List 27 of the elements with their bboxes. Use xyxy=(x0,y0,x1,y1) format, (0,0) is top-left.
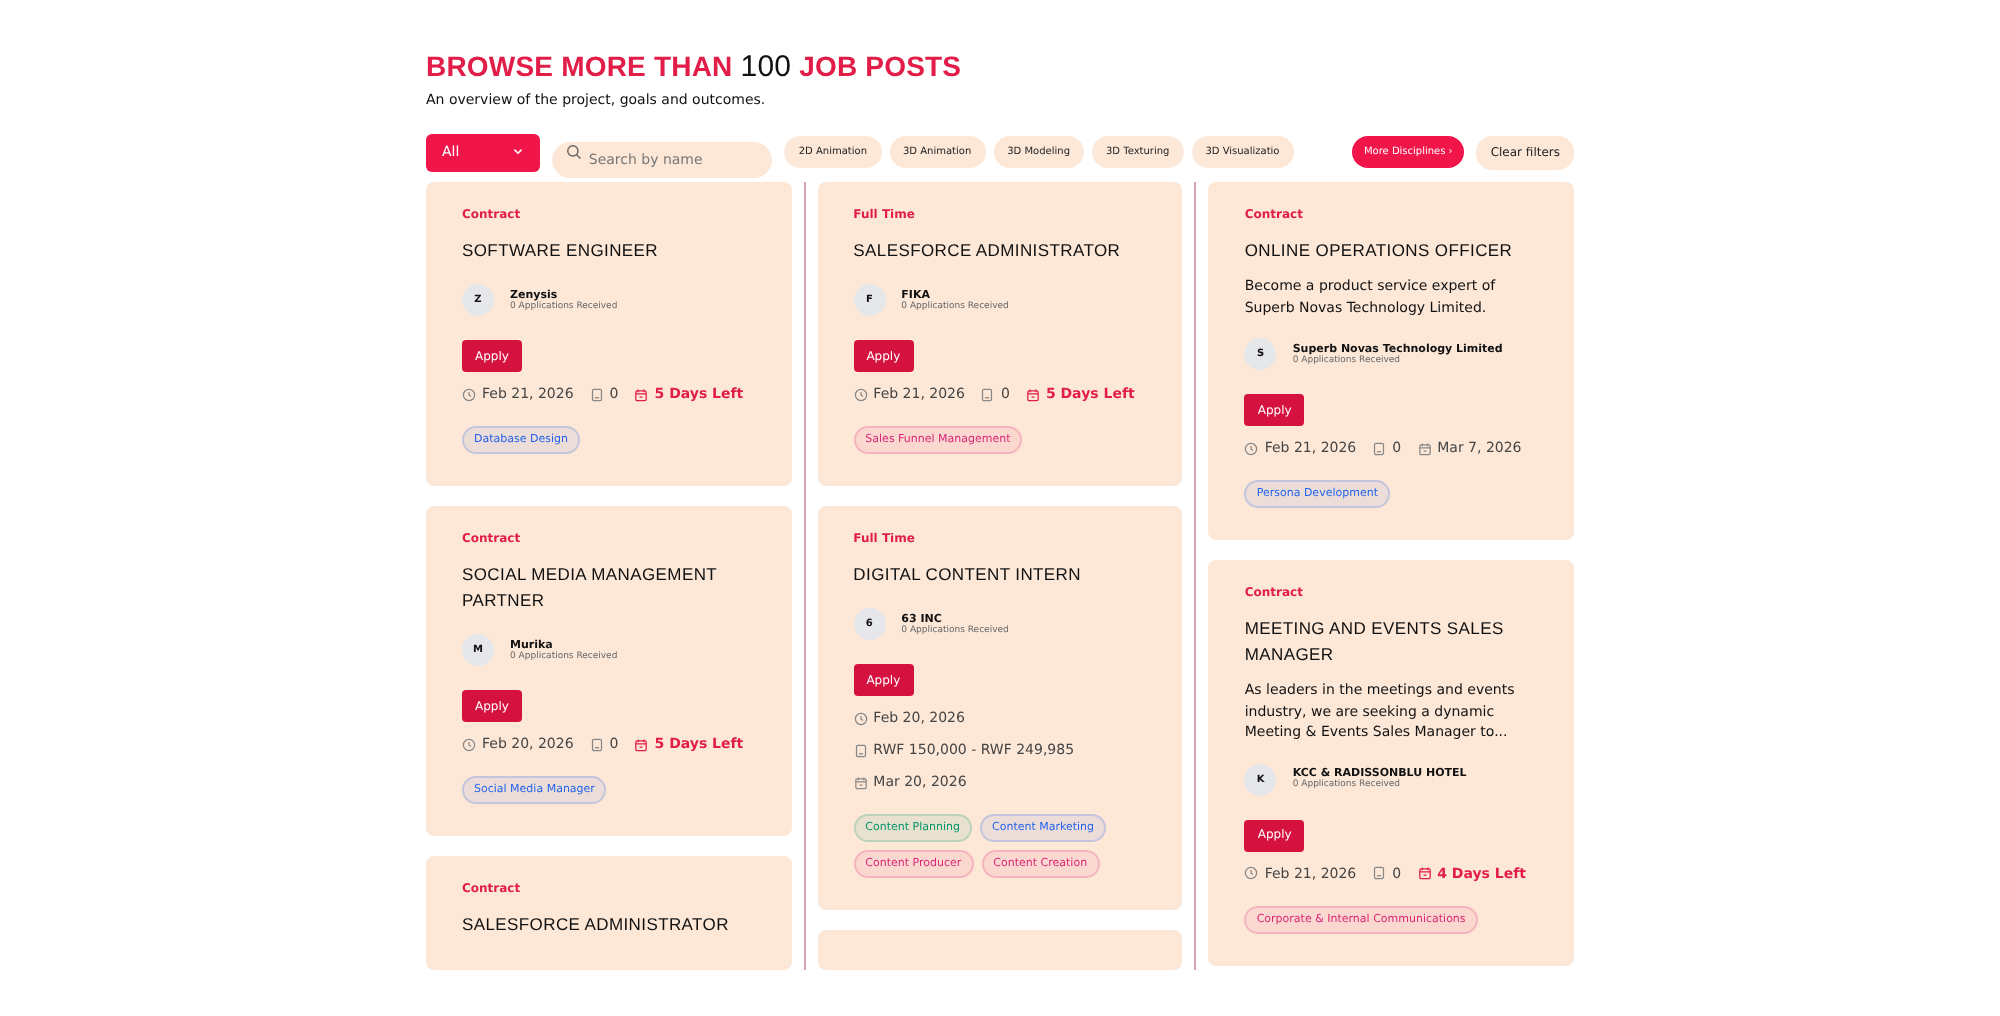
job-title: DIGITAL CONTENT INTERN xyxy=(853,562,1081,588)
clock-icon xyxy=(462,737,476,751)
chevron-down-icon xyxy=(512,148,525,156)
job-title: MEETING AND EVENTS SALES MANAGER xyxy=(1244,616,1506,668)
calendar-icon xyxy=(634,737,649,751)
calendar-icon xyxy=(853,775,868,789)
clock-icon xyxy=(1244,866,1259,880)
document-icon xyxy=(589,737,604,751)
clock-icon xyxy=(853,387,868,401)
calendar-icon xyxy=(1025,387,1040,401)
clock-icon xyxy=(853,711,868,725)
job-title: SALESFORCE ADMINISTRATOR xyxy=(462,912,729,938)
document-icon xyxy=(589,387,604,401)
calendar-icon xyxy=(1417,866,1432,880)
document-icon xyxy=(1372,866,1387,880)
job-title: ONLINE OPERATIONS OFFICER xyxy=(1244,238,1513,264)
calendar-icon xyxy=(1417,441,1432,455)
job-title: SOCIAL MEDIA MANAGEMENT PARTNER xyxy=(462,562,719,614)
document-icon xyxy=(980,387,995,401)
job-title: SOFTWARE ENGINEER xyxy=(462,238,659,264)
document-icon xyxy=(853,743,868,757)
job-title: SALESFORCE ADMINISTRATOR xyxy=(853,238,1121,264)
page-heading: BROWSE MORE THAN 100 JOB POSTS xyxy=(426,48,964,86)
clock-icon xyxy=(462,387,476,401)
calendar-icon xyxy=(634,387,649,401)
document-icon xyxy=(1372,441,1387,455)
clock-icon xyxy=(1244,441,1259,455)
